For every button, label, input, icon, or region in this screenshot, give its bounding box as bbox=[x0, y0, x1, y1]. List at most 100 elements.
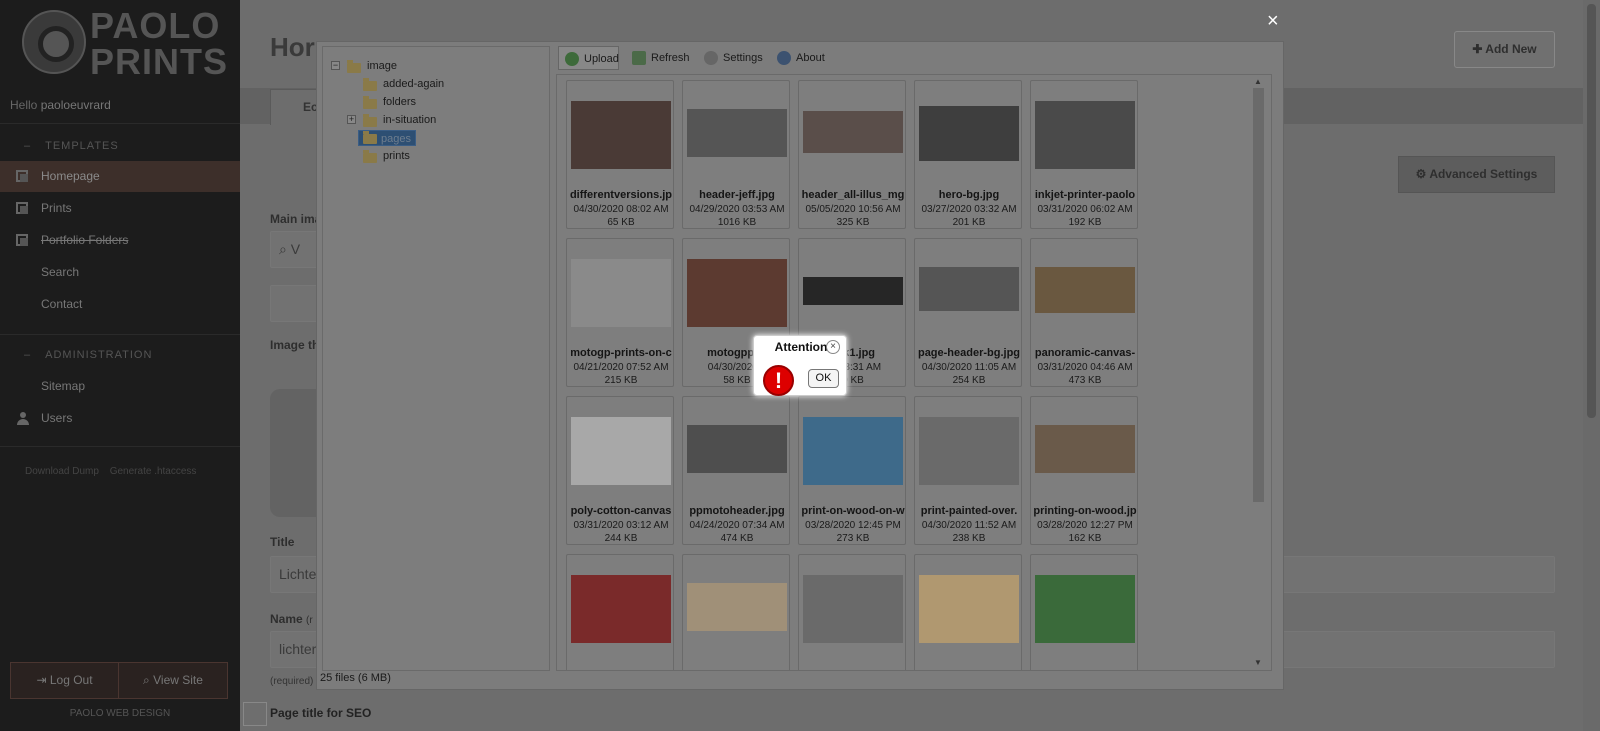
file-size: 273 KB bbox=[836, 533, 870, 544]
file-card[interactable]: hero-bg.jpg 03/27/2020 03:32 AM 201 KB bbox=[914, 80, 1022, 229]
file-size: 215 KB bbox=[604, 375, 638, 386]
template-icon bbox=[16, 234, 28, 246]
file-date: 03/31/2020 06:02 AM bbox=[1037, 204, 1133, 215]
nav-sitemap[interactable]: Sitemap bbox=[0, 371, 240, 402]
page-title: Hor bbox=[270, 32, 315, 62]
file-size: 244 KB bbox=[604, 533, 638, 544]
ok-button[interactable]: OK bbox=[808, 369, 839, 388]
file-card[interactable] bbox=[1030, 554, 1138, 670]
file-date: 03/31/2020 04:46 AM bbox=[1037, 362, 1133, 373]
sidebar: PAOLO PRINTS Hello paoloeuvrard – TEMPLATE… bbox=[0, 0, 240, 731]
search-icon: ⌕ bbox=[279, 241, 287, 257]
file-size: 474 KB bbox=[720, 533, 754, 544]
nav-prints[interactable]: Prints bbox=[0, 193, 240, 224]
tree-node[interactable]: in-situation bbox=[383, 112, 436, 128]
file-size: 192 KB bbox=[1068, 217, 1102, 228]
file-card[interactable]: printing-on-wood.jp 03/28/2020 12:27 PM 16… bbox=[1030, 396, 1138, 545]
file-thumbnail bbox=[571, 101, 671, 169]
file-card[interactable]: motogp-prints-on-c 04/21/2020 07:52 AM 215… bbox=[566, 238, 674, 387]
file-thumbnail bbox=[919, 267, 1019, 311]
collapse-icon[interactable]: − bbox=[331, 61, 340, 70]
file-name: print-painted-over. bbox=[920, 505, 1018, 517]
file-card[interactable]: inkjet-printer-paolo 03/31/2020 06:02 AM 1… bbox=[1030, 80, 1138, 229]
template-icon bbox=[16, 202, 28, 214]
file-thumbnail bbox=[571, 575, 671, 643]
download-dump-link[interactable]: Download Dump bbox=[25, 466, 99, 477]
tree-node-image[interactable]: image bbox=[367, 58, 397, 74]
file-date: 04/30/2020 11:05 AM bbox=[921, 362, 1017, 373]
close-icon[interactable]: × bbox=[826, 340, 840, 354]
nav-search[interactable]: Search bbox=[0, 257, 240, 288]
tree-node[interactable]: folders bbox=[383, 94, 416, 110]
folder-icon bbox=[363, 131, 377, 144]
file-name: poly-cotton-canvas bbox=[570, 505, 672, 517]
file-date: 03/27/2020 03:32 AM bbox=[921, 204, 1017, 215]
main-image-label: Main ima bbox=[270, 212, 322, 226]
tree-node[interactable]: added-again bbox=[383, 76, 444, 92]
logout-button[interactable]: ⇥ Log Out bbox=[11, 663, 119, 698]
file-thumbnail bbox=[571, 417, 671, 485]
file-card[interactable]: poly-cotton-canvas 03/31/2020 03:12 AM 244… bbox=[566, 396, 674, 545]
file-thumbnail bbox=[687, 259, 787, 327]
nav-portfolio-folders[interactable]: Portfolio Folders bbox=[0, 225, 240, 256]
file-date: 03/31/2020 03:12 AM bbox=[573, 520, 669, 531]
list-icon[interactable] bbox=[243, 702, 267, 726]
file-card[interactable]: header-jeff.jpg 04/29/2020 03:53 AM 1016 K… bbox=[682, 80, 790, 229]
file-size: 325 KB bbox=[836, 217, 870, 228]
file-grid-scrollbar[interactable]: ▲ ▼ bbox=[1247, 75, 1271, 670]
divider bbox=[0, 446, 240, 447]
expand-icon[interactable]: + bbox=[347, 115, 356, 124]
refresh-icon bbox=[632, 51, 646, 65]
tree-node[interactable]: prints bbox=[383, 148, 410, 164]
footer-credit: PAOLO WEB DESIGN bbox=[69, 708, 171, 719]
nav-homepage[interactable]: Homepage bbox=[0, 161, 240, 192]
page-scrollbar[interactable] bbox=[1583, 0, 1600, 731]
file-card[interactable]: page-header-bg.jpg 04/30/2020 11:05 AM 254… bbox=[914, 238, 1022, 387]
seo-title-label: Page title for SEO bbox=[270, 706, 372, 720]
file-card[interactable]: header_all-illus_mg 05/05/2020 10:56 AM 32… bbox=[798, 80, 906, 229]
file-card[interactable] bbox=[566, 554, 674, 670]
generate-htaccess-link[interactable]: Generate .htaccess bbox=[110, 466, 197, 477]
file-date: 03/28/2020 12:45 PM bbox=[805, 520, 901, 531]
section-administration[interactable]: – ADMINISTRATION bbox=[24, 349, 152, 361]
file-card[interactable]: print-painted-over. 04/30/2020 11:52 AM 23… bbox=[914, 396, 1022, 545]
divider bbox=[0, 334, 240, 335]
file-card[interactable] bbox=[914, 554, 1022, 670]
attention-dialog: Attention × ! OK bbox=[753, 335, 847, 396]
file-card[interactable]: differentversions.jp 04/30/2020 08:02 AM 6… bbox=[566, 80, 674, 229]
section-templates[interactable]: – TEMPLATES bbox=[24, 140, 119, 152]
about-button[interactable]: About bbox=[771, 46, 825, 70]
nav-users[interactable]: Users bbox=[0, 403, 240, 434]
file-name: differentversions.jp bbox=[569, 189, 673, 201]
logo-text: PAOLO PRINTS bbox=[90, 5, 229, 82]
scroll-down-icon[interactable]: ▼ bbox=[1254, 658, 1262, 667]
file-card[interactable]: ppmotoheader.jpg 04/24/2020 07:34 AM 474 K… bbox=[682, 396, 790, 545]
nav-contact[interactable]: Contact bbox=[0, 289, 240, 320]
file-thumbnail bbox=[919, 575, 1019, 643]
file-thumbnail bbox=[1035, 267, 1135, 313]
file-card[interactable]: panoramic-canvas- 03/31/2020 04:46 AM 473 … bbox=[1030, 238, 1138, 387]
file-card[interactable] bbox=[798, 554, 906, 670]
settings-button[interactable]: Settings bbox=[698, 46, 763, 70]
file-card[interactable] bbox=[682, 554, 790, 670]
file-size: 1016 KB bbox=[717, 217, 757, 228]
site-logo[interactable]: PAOLO PRINTS bbox=[22, 5, 232, 82]
scroll-up-icon[interactable]: ▲ bbox=[1254, 77, 1262, 86]
close-icon[interactable]: × bbox=[1267, 11, 1279, 31]
file-date: 04/30/2020 11:52 AM bbox=[921, 520, 1017, 531]
refresh-button[interactable]: Refresh bbox=[626, 46, 690, 70]
add-new-button[interactable]: ✚ Add New bbox=[1454, 31, 1555, 68]
file-card[interactable]: print-on-wood-on-w 03/28/2020 12:45 PM 273… bbox=[798, 396, 906, 545]
advanced-settings-button[interactable]: ⚙ Advanced Settings bbox=[1398, 156, 1555, 193]
gear-icon: ⚙ bbox=[1415, 167, 1427, 181]
view-site-button[interactable]: ⌕ View Site bbox=[119, 663, 227, 698]
user-icon bbox=[17, 412, 29, 425]
sidebar-buttons: ⇥ Log Out ⌕ View Site bbox=[10, 662, 228, 699]
file-name: header_all-illus_mg bbox=[801, 189, 905, 201]
upload-button[interactable]: Upload bbox=[558, 46, 619, 70]
tree-node-selected[interactable]: pages bbox=[358, 130, 416, 146]
greeting: Hello paoloeuvrard bbox=[10, 98, 111, 112]
file-name: panoramic-canvas- bbox=[1034, 347, 1136, 359]
folder-icon bbox=[363, 114, 377, 127]
file-size: 162 KB bbox=[1068, 533, 1102, 544]
